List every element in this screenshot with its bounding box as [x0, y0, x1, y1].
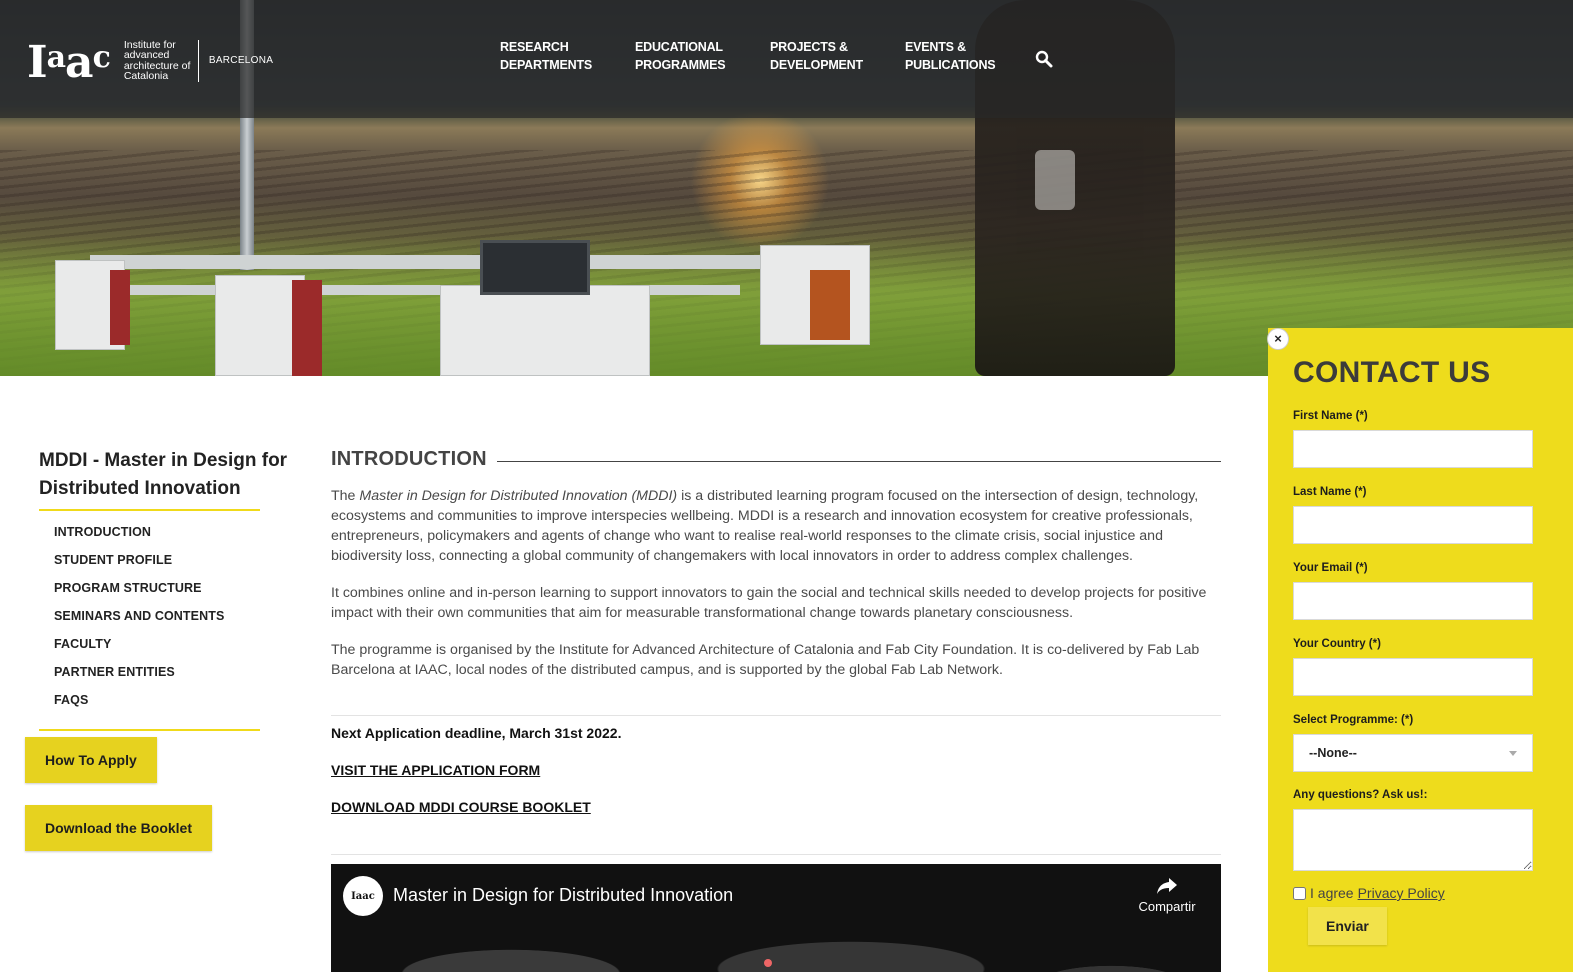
iaac-logo[interactable]: Iaac Institute for advanced architecture…	[27, 37, 274, 88]
agree-text: I agree	[1310, 885, 1354, 901]
video-title[interactable]: Master in Design for Distributed Innovat…	[393, 885, 733, 906]
sidebar-divider-top	[39, 509, 260, 511]
submit-button[interactable]: Enviar	[1308, 907, 1387, 945]
share-icon	[1157, 878, 1177, 894]
chevron-down-icon	[1509, 750, 1517, 756]
nav-research-departments[interactable]: RESEARCH DEPARTMENTS	[500, 38, 635, 74]
intro-paragraph-2: It combines online and in-person learnin…	[331, 585, 1207, 621]
sidebar-item-student-profile[interactable]: STUDENT PROFILE	[54, 550, 224, 578]
nav-projects-development[interactable]: PROJECTS & DEVELOPMENT	[770, 38, 905, 74]
intro-paragraph-1: The Master in Design for Distributed Inn…	[331, 488, 1199, 564]
privacy-policy-link[interactable]: Privacy Policy	[1358, 885, 1445, 901]
main-menu: RESEARCH DEPARTMENTS EDUCATIONAL PROGRAM…	[500, 38, 1040, 74]
first-name-field[interactable]	[1293, 430, 1533, 468]
video-player[interactable]: Iaac Master in Design for Distributed In…	[331, 864, 1221, 972]
logo-city: BARCELONA	[208, 55, 274, 66]
programme-label: Select Programme: (*)	[1293, 714, 1414, 726]
share-button[interactable]: Compartir	[1131, 876, 1203, 914]
sidebar-item-seminars-contents[interactable]: SEMINARS AND CONTENTS	[54, 606, 224, 634]
programme-title: MDDI - Master in Design for Distributed …	[39, 450, 288, 499]
application-form-link[interactable]: VISIT THE APPLICATION FORM	[331, 762, 540, 778]
email-label: Your Email (*)	[1293, 562, 1368, 574]
nav-events-publications[interactable]: EVENTS & PUBLICATIONS	[905, 38, 1040, 74]
last-name-label: Last Name (*)	[1293, 486, 1367, 498]
first-name-label: First Name (*)	[1293, 410, 1368, 422]
heading-rule	[497, 461, 1221, 462]
questions-textarea[interactable]	[1293, 809, 1533, 871]
content-divider-2	[331, 854, 1221, 855]
last-name-field[interactable]	[1293, 506, 1533, 544]
channel-avatar[interactable]: Iaac	[343, 876, 383, 916]
share-label: Compartir	[1138, 899, 1196, 914]
content-divider	[331, 715, 1221, 716]
intro-paragraph-3: The programme is organised by the Instit…	[331, 642, 1200, 678]
privacy-agreement: I agree Privacy Policy	[1293, 885, 1445, 901]
contact-panel: × CONTACT US First Name (*) Last Name (*…	[1267, 328, 1573, 972]
programme-select[interactable]: --None--	[1293, 734, 1533, 772]
sidebar-item-introduction[interactable]: INTRODUCTION	[54, 522, 224, 550]
sidebar-nav: INTRODUCTION STUDENT PROFILE PROGRAM STR…	[54, 522, 224, 718]
close-icon[interactable]: ×	[1267, 328, 1289, 350]
programme-select-value: --None--	[1309, 746, 1357, 760]
nav-educational-programmes[interactable]: EDUCATIONAL PROGRAMMES	[635, 38, 770, 74]
top-nav: Iaac Institute for advanced architecture…	[0, 0, 1573, 118]
logo-divider	[197, 39, 199, 82]
questions-label: Any questions? Ask us!:	[1293, 789, 1428, 801]
map-pin	[764, 959, 772, 967]
country-label: Your Country (*)	[1293, 638, 1381, 650]
world-map-thumbnail	[331, 914, 1221, 972]
sidebar-item-faqs[interactable]: FAQs	[54, 690, 224, 718]
sidebar-divider-bottom	[39, 729, 260, 731]
how-to-apply-button[interactable]: How To Apply	[25, 737, 157, 783]
download-booklet-button[interactable]: Download the Booklet	[25, 805, 212, 851]
course-booklet-link[interactable]: DOWNLOAD MDDI COURSE BOOKLET	[331, 799, 591, 815]
country-field[interactable]	[1293, 658, 1533, 696]
logo-institute-text: Institute for advanced architecture of C…	[123, 38, 191, 82]
agree-checkbox[interactable]	[1293, 886, 1306, 900]
contact-title: CONTACT US	[1293, 356, 1491, 389]
sidebar-item-partner-entities[interactable]: PARTNER ENTITIES	[54, 662, 224, 690]
application-deadline: Next Application deadline, March 31st 20…	[331, 725, 622, 741]
section-heading: INTRODUCTION	[331, 448, 487, 470]
farm-robot	[30, 225, 910, 376]
logo-mark: Iaac	[27, 37, 111, 88]
sidebar-item-program-structure[interactable]: PROGRAM STRUCTURE	[54, 578, 224, 606]
search-icon[interactable]	[1035, 50, 1053, 68]
email-field[interactable]	[1293, 582, 1533, 620]
sidebar-item-faculty[interactable]: FACULTY	[54, 634, 224, 662]
